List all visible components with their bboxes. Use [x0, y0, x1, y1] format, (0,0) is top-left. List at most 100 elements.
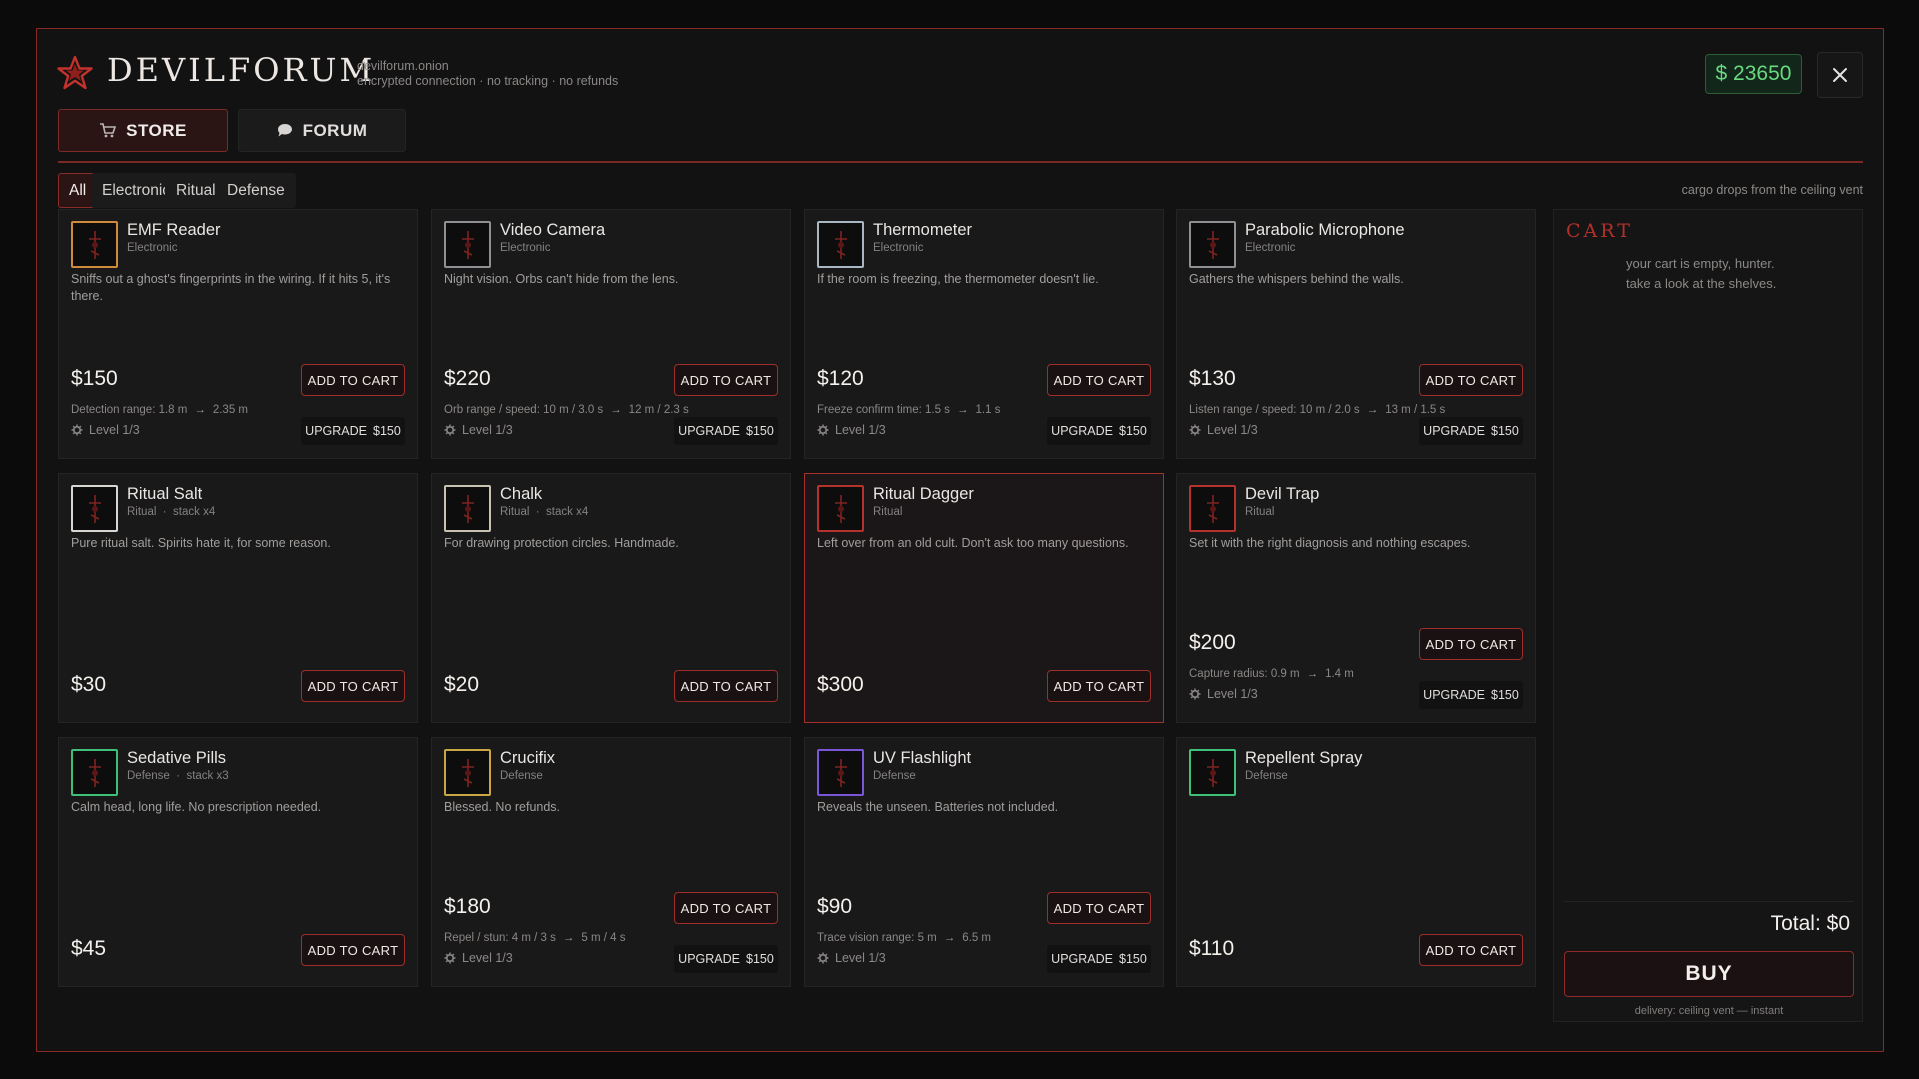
item-stat: Listen range / speed: 10 m / 2.0 s → 13 m … [1189, 404, 1445, 416]
tab-forum[interactable]: FORUM [238, 109, 406, 152]
stat-next: 6.5 m [962, 932, 991, 944]
uv-flashlight-icon [817, 749, 864, 796]
separator: · [169, 770, 187, 782]
add-to-cart-button[interactable]: ADD TO CART [301, 934, 405, 966]
item-category: Ritual [1245, 506, 1274, 518]
item-description: Sniffs out a ghost's fingerprints in the… [71, 272, 391, 303]
upgrade-button[interactable]: UPGRADE $150 [1419, 681, 1523, 709]
item-name: Crucifix [500, 749, 556, 767]
add-to-cart-button[interactable]: ADD TO CART [1047, 364, 1151, 396]
item-level: Level 1/3 [444, 423, 513, 437]
item-category: Electronic [127, 242, 178, 254]
item-price: $220 [444, 367, 491, 390]
close-icon [1833, 68, 1847, 82]
item-card[interactable]: Parabolic Microphone Electronic Gathers th… [1176, 209, 1536, 459]
stat-next: 2.35 m [212, 404, 249, 416]
devil-trap-icon [1189, 485, 1236, 532]
item-card[interactable]: EMF Reader Electronic Sniffs out a ghost's… [58, 209, 418, 459]
item-category-label: Electronic [500, 242, 551, 254]
add-to-cart-button[interactable]: ADD TO CART [674, 364, 778, 396]
gear-icon [444, 952, 456, 964]
level-label: Level 1/3 [835, 423, 886, 437]
item-level: Level 1/3 [444, 951, 513, 965]
chat-bubble-icon [277, 124, 292, 137]
upgrade-button[interactable]: UPGRADE $150 [1419, 417, 1523, 445]
item-price: $110 [1189, 937, 1235, 960]
gear-icon [71, 424, 83, 436]
brand-title: DEVILFORUM [107, 51, 376, 89]
upgrade-label: UPGRADE [1051, 424, 1113, 438]
item-description: For drawing protection circles. Handmade… [444, 536, 679, 550]
add-to-cart-button[interactable]: ADD TO CART [674, 892, 778, 924]
item-name: UV Flashlight [873, 749, 972, 767]
add-to-cart-button[interactable]: ADD TO CART [1419, 934, 1523, 966]
shop-cart-icon [100, 123, 117, 138]
site-info: devilforum.onion encrypted connection · … [357, 59, 618, 89]
item-card[interactable]: Ritual Salt Ritual · stack x4 Pure ritual … [58, 473, 418, 723]
cart-panel: CART your cart is empty, hunter. take a … [1553, 209, 1863, 1022]
filter-defense[interactable]: Defense [216, 173, 296, 208]
item-card[interactable]: Crucifix Defense Blessed. No refunds. $180 A… [431, 737, 791, 987]
item-stat: Freeze confirm time: 1.5 s → 1.1 s [817, 404, 1000, 416]
item-card[interactable]: Devil Trap Ritual Set it with the right di… [1176, 473, 1536, 723]
add-to-cart-button[interactable]: ADD TO CART [301, 364, 405, 396]
tab-store[interactable]: STORE [58, 109, 228, 152]
upgrade-button[interactable]: UPGRADE $150 [674, 945, 778, 973]
upgrade-button[interactable]: UPGRADE $150 [301, 417, 405, 445]
item-name: Chalk [500, 485, 543, 503]
item-name: Sedative Pills [127, 749, 227, 767]
upgrade-price: $150 [746, 424, 774, 438]
chalk-icon [444, 485, 491, 532]
item-price: $300 [817, 673, 864, 696]
item-card[interactable]: Sedative Pills Defense · stack x3 Calm hea… [58, 737, 418, 987]
item-category-label: Ritual [127, 506, 157, 518]
upgrade-button[interactable]: UPGRADE $150 [674, 417, 778, 445]
tab-forum-label: FORUM [302, 120, 368, 140]
gear-icon [444, 424, 456, 436]
close-button[interactable] [1817, 52, 1863, 98]
arrow-right-icon: → [194, 404, 206, 416]
item-category-label: Defense [500, 770, 543, 782]
item-name: Devil Trap [1245, 485, 1320, 503]
item-category: Electronic [1245, 242, 1296, 254]
item-description: Reveals the unseen. Batteries not includ… [817, 800, 1059, 814]
upgrade-label: UPGRADE [678, 952, 740, 966]
item-category-label: Electronic [1245, 242, 1296, 254]
add-to-cart-button[interactable]: ADD TO CART [1047, 892, 1151, 924]
add-to-cart-button[interactable]: ADD TO CART [674, 670, 778, 702]
gear-icon [1189, 688, 1201, 700]
add-to-cart-button[interactable]: ADD TO CART [1419, 628, 1523, 660]
stat-current: Freeze confirm time: 1.5 s [817, 404, 950, 416]
item-card[interactable]: Thermometer Electronic If the room is free… [804, 209, 1164, 459]
item-card[interactable]: UV Flashlight Defense Reveals the unseen. … [804, 737, 1164, 987]
upgrade-button[interactable]: UPGRADE $150 [1047, 417, 1151, 445]
gear-icon [1189, 424, 1201, 436]
item-stack: stack x4 [546, 506, 589, 518]
upgrade-price: $150 [746, 952, 774, 966]
upgrade-price: $150 [373, 424, 401, 438]
item-level: Level 1/3 [817, 423, 886, 437]
item-card[interactable]: Ritual Dagger Ritual Left over from an old… [804, 473, 1164, 723]
item-description: If the room is freezing, the thermometer… [817, 272, 1099, 286]
balance-badge: $ 23650 [1705, 54, 1802, 94]
add-to-cart-button[interactable]: ADD TO CART [1419, 364, 1523, 396]
item-category-label: Ritual [873, 506, 903, 518]
add-to-cart-button[interactable]: ADD TO CART [1047, 670, 1151, 702]
item-description: Calm head, long life. No prescription ne… [71, 800, 322, 814]
item-description: Gathers the whispers behind the walls. [1189, 272, 1404, 286]
buy-button[interactable]: BUY [1564, 951, 1854, 997]
item-price: $45 [71, 937, 107, 960]
gear-icon [817, 952, 829, 964]
level-label: Level 1/3 [1207, 423, 1258, 437]
upgrade-label: UPGRADE [305, 424, 367, 438]
upgrade-button[interactable]: UPGRADE $150 [1047, 945, 1151, 973]
upgrade-price: $150 [1491, 688, 1519, 702]
item-stat: Repel / stun: 4 m / 3 s → 5 m / 4 s [444, 932, 625, 944]
item-card[interactable]: Video Camera Electronic Night vision. Orbs… [431, 209, 791, 459]
add-to-cart-button[interactable]: ADD TO CART [301, 670, 405, 702]
item-card[interactable]: Chalk Ritual · stack x4 For drawing protec… [431, 473, 791, 723]
item-category-label: Defense [1245, 770, 1288, 782]
item-card[interactable]: Repellent Spray Defense $110 ADD TO CART [1176, 737, 1536, 987]
dagger-icon [817, 485, 864, 532]
cart-empty-message: your cart is empty, hunter. take a look … [1626, 254, 1776, 294]
